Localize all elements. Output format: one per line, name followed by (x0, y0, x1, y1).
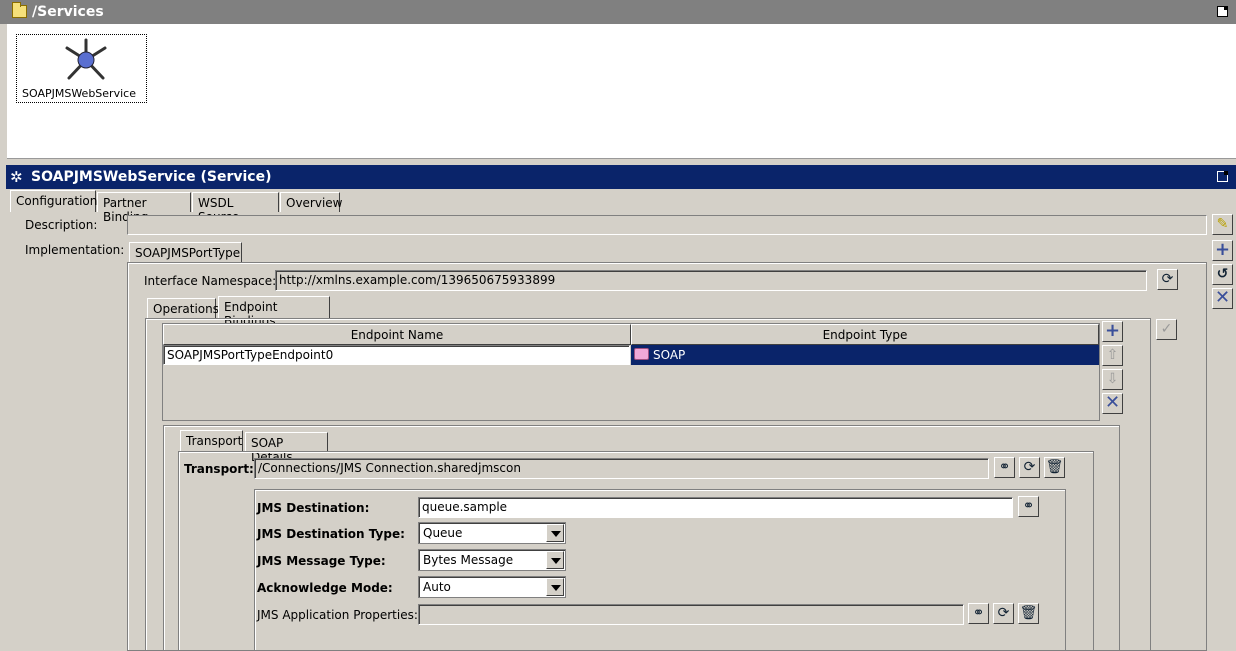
window-title: /Services (32, 4, 104, 20)
jms-app-properties-field[interactable] (418, 604, 964, 625)
arrow-down-icon: ⇩ (1106, 371, 1119, 387)
binoculars-icon: ⚭ (998, 459, 1011, 475)
maximize-icon[interactable] (1217, 6, 1228, 17)
transport-label: Transport: (184, 462, 254, 476)
x-icon: ✕ (1214, 287, 1231, 308)
endpoint-type-cell[interactable]: SOAP (631, 345, 1099, 365)
delete-endpoint-button[interactable]: ✕ (1102, 393, 1123, 414)
maximize-icon[interactable] (1217, 171, 1228, 182)
acknowledge-mode-value: Auto (423, 580, 451, 594)
refresh-transport-button[interactable]: ⟳ (1019, 457, 1040, 478)
undo-button[interactable]: ↺ (1212, 264, 1233, 285)
refresh-namespace-button[interactable]: ⟳ (1157, 269, 1178, 290)
pencil-icon: ✎ (1216, 216, 1229, 232)
plus-icon: + (1214, 239, 1231, 260)
description-field[interactable] (127, 215, 1207, 235)
move-up-button[interactable]: ⇧ (1102, 345, 1123, 366)
service-small-icon: ✲ (10, 168, 23, 186)
jms-destination-type-select[interactable]: Queue (418, 522, 566, 544)
jms-destination-field[interactable]: queue.sample (418, 497, 1013, 518)
tab-operations[interactable]: Operations (147, 298, 219, 318)
service-icon (65, 38, 107, 80)
window-titlebar: /Services (0, 0, 1236, 24)
tab-configuration[interactable]: Configuration (10, 190, 97, 212)
jms-message-type-select[interactable]: Bytes Message (418, 549, 566, 571)
jms-message-type-label: JMS Message Type: (257, 554, 386, 568)
endpoint-type-label: SOAP (653, 348, 686, 362)
implementation-label: Implementation: (25, 243, 125, 257)
refresh-icon: ⟳ (997, 605, 1010, 621)
delete-properties-button[interactable]: 🗑 (1018, 603, 1039, 624)
service-header-title: SOAPJMSWebService (Service) (31, 169, 272, 185)
binoculars-icon: ⚭ (1022, 498, 1035, 514)
column-header-endpoint-type[interactable]: Endpoint Type (631, 324, 1099, 345)
x-icon: ✕ (1104, 392, 1121, 413)
endpoint-name-cell[interactable]: SOAPJMSPortTypeEndpoint0 (163, 345, 630, 365)
arrow-up-icon: ⇧ (1106, 347, 1119, 363)
refresh-properties-button[interactable]: ⟳ (993, 603, 1014, 624)
edit-button[interactable]: ✎ (1212, 214, 1233, 235)
column-header-endpoint-name[interactable]: Endpoint Name (163, 324, 631, 345)
tab-partner-binding[interactable]: Partner Binding (97, 192, 191, 224)
description-label: Description: (25, 218, 98, 232)
refresh-icon: ⟳ (1161, 271, 1174, 287)
jms-destination-label: JMS Destination: (257, 501, 370, 515)
trash-icon: 🗑 (1045, 459, 1064, 475)
apply-button[interactable]: ✓ (1156, 319, 1177, 340)
move-down-button[interactable]: ⇩ (1102, 369, 1123, 390)
delete-transport-button[interactable]: 🗑 (1044, 457, 1065, 478)
checkmark-icon: ✓ (1160, 321, 1173, 337)
plus-icon: + (1104, 320, 1121, 341)
jms-destination-type-value: Queue (423, 526, 463, 540)
interface-namespace-label: Interface Namespace: (144, 274, 277, 288)
undo-icon: ↺ (1216, 266, 1229, 282)
tab-endpoint-bindings[interactable]: Endpoint Bindings (218, 296, 330, 328)
tab-transport[interactable]: Transport (180, 430, 243, 452)
chevron-down-icon[interactable] (546, 578, 564, 596)
interface-namespace-field[interactable]: http://xmlns.example.com/139650675933899 (275, 270, 1147, 291)
browse-transport-button[interactable]: ⚭ (994, 457, 1015, 478)
browse-properties-button[interactable]: ⚭ (968, 603, 989, 624)
services-canvas[interactable] (7, 24, 1236, 159)
chevron-down-icon[interactable] (546, 551, 564, 569)
soap-icon (634, 348, 649, 360)
jms-message-type-value: Bytes Message (423, 553, 514, 567)
trash-icon: 🗑 (1019, 605, 1038, 621)
tab-port-type[interactable]: SOAPJMSPortType (129, 242, 242, 263)
acknowledge-mode-label: Acknowledge Mode: (257, 581, 393, 595)
transport-field[interactable]: /Connections/JMS Connection.sharedjmscon (254, 458, 989, 479)
jms-destination-type-label: JMS Destination Type: (257, 527, 405, 541)
jms-app-properties-label: JMS Application Properties: (257, 608, 418, 622)
acknowledge-mode-select[interactable]: Auto (418, 576, 566, 598)
binoculars-icon: ⚭ (972, 605, 985, 621)
delete-button[interactable]: ✕ (1212, 288, 1233, 309)
tab-soap-details[interactable]: SOAP Details (245, 432, 328, 464)
service-node-label: SOAPJMSWebService (22, 87, 136, 100)
service-header: ✲ SOAPJMSWebService (Service) (6, 165, 1236, 189)
tab-overview[interactable]: Overview (280, 192, 343, 212)
browse-destination-button[interactable]: ⚭ (1018, 496, 1039, 517)
add-endpoint-button[interactable]: + (1102, 321, 1123, 342)
chevron-down-icon[interactable] (546, 524, 564, 542)
refresh-icon: ⟳ (1023, 459, 1036, 475)
folder-icon (12, 2, 27, 18)
add-button[interactable]: + (1212, 240, 1233, 261)
table-row[interactable]: SOAPJMSPortTypeEndpoint0 SOAP (163, 345, 1099, 365)
tab-wsdl-source[interactable]: WSDL Source (192, 192, 279, 224)
